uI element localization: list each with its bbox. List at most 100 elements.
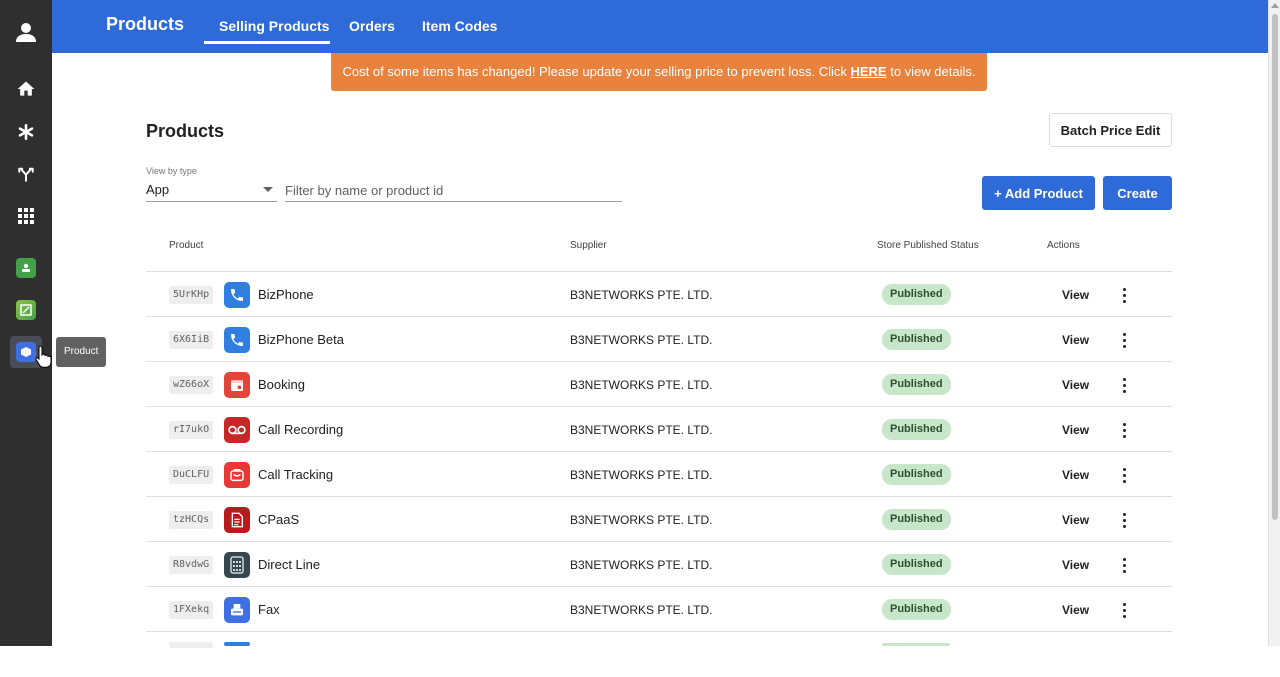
app-icon-partial: [224, 642, 250, 646]
view-button[interactable]: View: [1062, 333, 1089, 347]
product-name[interactable]: Fax: [258, 602, 280, 617]
more-options-icon[interactable]: [1114, 284, 1134, 306]
view-by-type-label: View by type: [146, 166, 197, 176]
batch-price-edit-button[interactable]: Batch Price Edit: [1049, 113, 1172, 147]
column-header-status: Store Published Status: [877, 240, 979, 251]
product-name[interactable]: Call Recording: [258, 422, 343, 437]
phone-icon: [224, 282, 250, 308]
column-header-supplier: Supplier: [570, 240, 607, 251]
alert-here-link[interactable]: HERE: [850, 64, 886, 79]
table-row: tzHCQs CPaaS B3NETWORKS PTE. LTD. Publis…: [146, 497, 1172, 542]
product-name[interactable]: BizPhone: [258, 287, 314, 302]
view-button[interactable]: View: [1062, 558, 1089, 572]
product-code: R8vdwG: [169, 556, 214, 574]
table-row: 6X6IiB BizPhone Beta B3NETWORKS PTE. LTD…: [146, 317, 1172, 362]
column-header-actions: Actions: [1047, 240, 1080, 251]
product-name[interactable]: BizPhone Beta: [258, 332, 344, 347]
product-code: wZ66oX: [169, 376, 214, 394]
filter-input[interactable]: [285, 180, 622, 202]
alert-text-after: to view details.: [886, 64, 976, 79]
product-code: 5UrKHp: [169, 286, 214, 304]
calendar-icon: [224, 372, 250, 398]
more-options-icon[interactable]: [1114, 554, 1134, 576]
status-badge: Published: [882, 464, 951, 485]
more-options-icon[interactable]: [1114, 509, 1134, 531]
view-button[interactable]: View: [1062, 513, 1089, 527]
alert-text-before: Cost of some items has changed! Please u…: [342, 64, 851, 79]
phone-icon: [224, 327, 250, 353]
caret-down-icon: [263, 187, 273, 192]
add-product-button[interactable]: + Add Product: [982, 176, 1095, 210]
supplier-name: B3NETWORKS PTE. LTD.: [570, 333, 713, 347]
product-name[interactable]: Call Tracking: [258, 467, 333, 482]
grid-icon[interactable]: [10, 200, 42, 232]
dialpad-icon: [224, 552, 250, 578]
supplier-name: B3NETWORKS PTE. LTD.: [570, 558, 713, 572]
supplier-name: B3NETWORKS PTE. LTD.: [570, 468, 713, 482]
page-title: Products: [146, 121, 225, 141]
status-badge: Published: [882, 374, 951, 395]
table-row: 5UrKHp BizPhone B3NETWORKS PTE. LTD. Pub…: [146, 272, 1172, 317]
note-app-icon[interactable]: [10, 294, 42, 326]
user-icon[interactable]: [10, 16, 42, 48]
product-code: 6X6IiB: [169, 331, 214, 349]
status-badge: Published: [882, 419, 951, 440]
tab-orders[interactable]: Orders: [349, 18, 395, 34]
supplier-name: B3NETWORKS PTE. LTD.: [570, 378, 713, 392]
product-tooltip: Product: [56, 337, 107, 367]
product-code: 1FXekq: [169, 601, 214, 619]
view-button[interactable]: View: [1062, 423, 1089, 437]
table-row-partial: [146, 632, 1172, 677]
view-button[interactable]: View: [1062, 378, 1089, 392]
table-row: rI7ukO Call Recording B3NETWORKS PTE. LT…: [146, 407, 1172, 452]
create-button[interactable]: Create: [1103, 176, 1172, 210]
more-options-icon[interactable]: [1114, 464, 1134, 486]
fax-icon: [224, 597, 250, 623]
table-row: wZ66oX Booking B3NETWORKS PTE. LTD. Publ…: [146, 362, 1172, 407]
view-button[interactable]: View: [1062, 288, 1089, 302]
app-title: Products: [106, 14, 185, 34]
view-by-type-select[interactable]: App: [146, 180, 277, 202]
product-name[interactable]: Booking: [258, 377, 305, 392]
cost-change-alert: Cost of some items has changed! Please u…: [331, 53, 987, 91]
fork-icon[interactable]: [10, 158, 42, 190]
status-badge: Published: [882, 509, 951, 530]
hand-cursor-icon: [35, 345, 52, 368]
product-code: rI7ukO: [169, 421, 214, 439]
product-code-partial: [169, 642, 213, 648]
more-options-icon[interactable]: [1114, 329, 1134, 351]
left-rail: [0, 0, 52, 646]
view-by-type-value: App: [146, 182, 170, 197]
product-name[interactable]: CPaaS: [258, 512, 299, 527]
column-header-product: Product: [169, 240, 204, 251]
table-row: DuCLFU Call Tracking B3NETWORKS PTE. LTD…: [146, 452, 1172, 497]
product-code: tzHCQs: [169, 511, 214, 529]
tab-selling-products[interactable]: Selling Products: [219, 18, 329, 34]
supplier-name: B3NETWORKS PTE. LTD.: [570, 288, 713, 302]
product-code: DuCLFU: [169, 466, 214, 484]
home-icon[interactable]: [10, 73, 42, 105]
status-badge: Published: [882, 599, 951, 620]
tab-item-codes[interactable]: Item Codes: [422, 18, 497, 34]
tracking-icon: [224, 462, 250, 488]
status-badge: Published: [882, 329, 951, 350]
asterisk-icon[interactable]: [10, 116, 42, 148]
supplier-name: B3NETWORKS PTE. LTD.: [570, 603, 713, 617]
voicemail-icon: [224, 417, 250, 443]
view-button[interactable]: View: [1062, 468, 1089, 482]
view-button[interactable]: View: [1062, 603, 1089, 617]
more-options-icon[interactable]: [1114, 374, 1134, 396]
top-bar: Products Selling Products Orders Item Co…: [52, 0, 1268, 53]
product-name[interactable]: Direct Line: [258, 557, 320, 572]
scrollbar-thumb[interactable]: [1272, 14, 1278, 520]
more-options-icon[interactable]: [1114, 419, 1134, 441]
more-options-icon[interactable]: [1114, 599, 1134, 621]
status-badge: Published: [882, 554, 951, 575]
green-app-icon[interactable]: [10, 252, 42, 284]
status-badge: Published: [882, 284, 951, 305]
vertical-scrollbar[interactable]: [1268, 0, 1280, 646]
table-row: R8vdwG Direct Line B3NETWORKS PTE. LTD. …: [146, 542, 1172, 587]
scroll-up-arrow-icon[interactable]: [1271, 3, 1279, 8]
active-tab-indicator: [204, 41, 330, 44]
document-icon: [224, 507, 250, 533]
